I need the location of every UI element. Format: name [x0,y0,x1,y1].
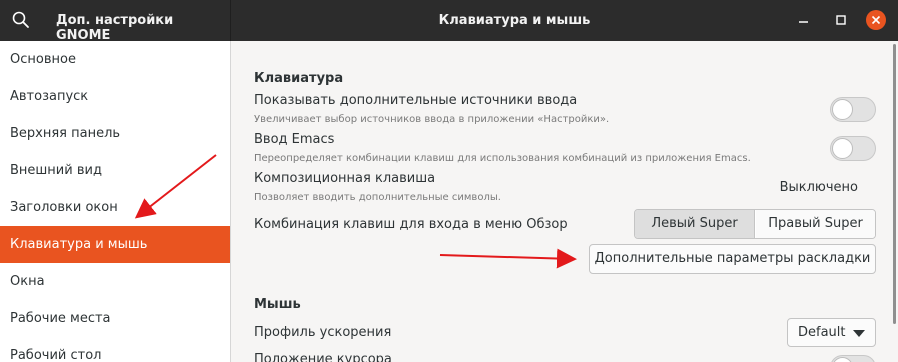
mouse-section-title: Мышь [254,297,301,312]
scrollbar[interactable] [893,44,896,324]
switch-knob [832,99,853,120]
pointer-location-switch[interactable] [830,355,876,362]
layout-options-button[interactable]: Дополнительные параметры раскладки [589,244,876,274]
close-icon[interactable] [866,10,886,30]
sidebar: Основное Автозапуск Верхняя панель Внешн… [0,41,231,362]
accel-profile-label: Профиль ускорения [254,325,392,340]
maximize-icon[interactable] [833,12,849,28]
emacs-description: Переопределяет комбинации клавиш для исп… [254,153,751,164]
switch-knob [832,138,853,159]
extra-sources-label: Показывать дополнительные источники ввод… [254,93,578,108]
sidebar-item-startup[interactable]: Автозапуск [0,78,230,115]
switch-knob [832,357,853,362]
sidebar-item-windows[interactable]: Окна [0,263,230,300]
app-title: Доп. настройки GNOME [56,13,174,43]
overview-shortcut-label: Комбинация клавиш для входа в меню Обзор [254,217,568,232]
overview-shortcut-selector: Левый Super Правый Super [634,209,876,239]
minimize-icon[interactable] [796,12,812,28]
left-super-button[interactable]: Левый Super [635,210,755,238]
emacs-label: Ввод Emacs [254,132,335,147]
sidebar-item-desktop[interactable]: Рабочий стол [0,337,230,362]
sidebar-item-appearance[interactable]: Внешний вид [0,152,230,189]
accel-profile-value: Default [798,325,846,340]
sidebar-item-window-titlebars[interactable]: Заголовки окон [0,189,230,226]
compose-key-description: Позволяет вводить дополнительные символы… [254,192,501,203]
extra-sources-switch[interactable] [830,97,876,122]
sidebar-item-keyboard-mouse[interactable]: Клавиатура и мышь [0,226,230,263]
extra-sources-description: Увеличивает выбор источников ввода в при… [254,114,610,125]
compose-key-label: Композиционная клавиша [254,171,436,186]
compose-key-value[interactable]: Выключено [780,180,858,195]
header-left-pane: Доп. настройки GNOME [0,0,231,43]
emacs-switch[interactable] [830,136,876,161]
chevron-down-icon [853,330,865,337]
sidebar-item-general[interactable]: Основное [0,41,230,78]
header-bar: Доп. настройки GNOME Клавиатура и мышь [0,0,898,43]
sidebar-item-top-bar[interactable]: Верхняя панель [0,115,230,152]
search-icon[interactable] [10,9,32,31]
right-super-button[interactable]: Правый Super [756,210,875,238]
keyboard-section-title: Клавиатура [254,71,344,86]
pointer-location-label: Положение курсора [254,352,392,362]
accel-profile-dropdown[interactable]: Default [787,318,876,347]
sidebar-item-workspaces[interactable]: Рабочие места [0,300,230,337]
